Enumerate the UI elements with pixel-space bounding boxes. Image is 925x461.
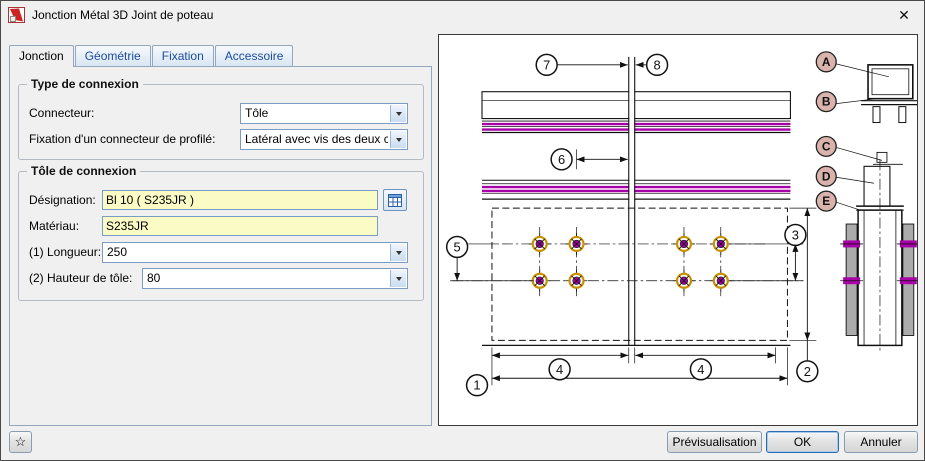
tab-jonction[interactable]: Jonction bbox=[9, 45, 74, 67]
letter-leaders bbox=[836, 64, 889, 210]
svg-text:1: 1 bbox=[473, 378, 480, 393]
tab-strip: Jonction Géométrie Fixation Accessoire bbox=[9, 45, 294, 67]
callout-5: 5 bbox=[447, 236, 468, 257]
favorite-button[interactable]: ☆ bbox=[9, 431, 32, 453]
hauteur-tole-select[interactable]: 80 bbox=[142, 268, 408, 289]
callout-7: 7 bbox=[536, 54, 557, 75]
connecteur-label: Connecteur: bbox=[29, 103, 94, 124]
table-icon bbox=[388, 194, 402, 207]
callout-8: 8 bbox=[647, 54, 668, 75]
chevron-down-icon bbox=[390, 131, 406, 148]
titlebar[interactable]: Jonction Métal 3D Joint de poteau ✕ bbox=[1, 1, 924, 29]
joint-drawing: 7 8 6 5 3 4 4 bbox=[439, 35, 917, 425]
tab-panel-jonction: Type de connexion Connecteur: Tôle Fixat… bbox=[9, 66, 432, 426]
callout-6: 6 bbox=[551, 149, 572, 170]
window-title: Jonction Métal 3D Joint de poteau bbox=[32, 8, 213, 22]
app-icon bbox=[8, 7, 25, 23]
star-icon: ☆ bbox=[15, 434, 27, 449]
callout-e: E bbox=[816, 191, 836, 211]
hauteur-tole-label: (2) Hauteur de tôle: bbox=[29, 268, 132, 289]
close-icon[interactable]: ✕ bbox=[890, 4, 918, 26]
bolt-group-right bbox=[673, 233, 732, 292]
callout-4-right: 4 bbox=[690, 359, 711, 380]
svg-text:2: 2 bbox=[804, 364, 811, 379]
side-view-column-section bbox=[846, 159, 914, 351]
designation-label: Désignation: bbox=[29, 190, 96, 211]
svg-text:4: 4 bbox=[697, 362, 704, 377]
svg-text:E: E bbox=[822, 194, 830, 208]
group-tole-connexion-title: Tôle de connexion bbox=[27, 164, 140, 178]
hauteur-tole-value: 80 bbox=[147, 269, 388, 288]
connection-plates-magenta bbox=[482, 124, 790, 191]
callout-a: A bbox=[816, 52, 836, 72]
annuler-button[interactable]: Annuler bbox=[844, 431, 918, 453]
table-select-button[interactable] bbox=[383, 189, 407, 211]
group-type-connexion-title: Type de connexion bbox=[27, 77, 143, 91]
svg-text:B: B bbox=[822, 95, 831, 109]
ok-button[interactable]: OK bbox=[766, 431, 839, 453]
svg-text:7: 7 bbox=[543, 57, 550, 72]
fixation-connecteur-label: Fixation d'un connecteur de profilé: bbox=[29, 129, 215, 150]
svg-text:8: 8 bbox=[654, 57, 661, 72]
longueur-label: (1) Longueur: bbox=[29, 242, 101, 263]
longueur-value: 250 bbox=[107, 243, 388, 262]
connecteur-select[interactable]: Tôle bbox=[240, 103, 408, 124]
side-view-beam-section bbox=[861, 65, 917, 164]
callout-1: 1 bbox=[467, 375, 488, 396]
previsualisation-button[interactable]: Prévisualisation bbox=[667, 431, 762, 453]
svg-text:6: 6 bbox=[558, 152, 565, 167]
group-tole-connexion: Tôle de connexion Désignation: Matériau:… bbox=[18, 171, 424, 301]
tab-geometrie[interactable]: Géométrie bbox=[75, 45, 151, 66]
callout-2: 2 bbox=[797, 361, 818, 382]
chevron-down-icon bbox=[390, 270, 406, 287]
group-type-connexion: Type de connexion Connecteur: Tôle Fixat… bbox=[18, 84, 424, 160]
callout-4-left: 4 bbox=[549, 359, 570, 380]
centerlines bbox=[452, 227, 803, 298]
svg-text:D: D bbox=[822, 169, 831, 183]
callout-d: D bbox=[816, 166, 836, 186]
bolt-group-left bbox=[529, 233, 588, 292]
designation-input[interactable] bbox=[102, 190, 378, 210]
chevron-down-icon bbox=[390, 105, 406, 122]
callout-b: B bbox=[816, 92, 836, 112]
materiau-label: Matériau: bbox=[29, 216, 79, 237]
svg-text:A: A bbox=[822, 55, 831, 69]
joint-preview: 7 8 6 5 3 4 4 bbox=[438, 34, 918, 426]
svg-text:5: 5 bbox=[454, 239, 461, 254]
fixation-connecteur-value: Latéral avec vis des deux côtés bbox=[245, 130, 388, 149]
fixation-connecteur-select[interactable]: Latéral avec vis des deux côtés bbox=[240, 129, 408, 150]
longueur-select[interactable]: 250 bbox=[102, 242, 408, 263]
joint-dialog: Jonction Métal 3D Joint de poteau ✕ Jonc… bbox=[0, 0, 925, 461]
svg-text:C: C bbox=[822, 139, 831, 153]
materiau-input[interactable] bbox=[102, 216, 378, 236]
tab-accessoire[interactable]: Accessoire bbox=[215, 45, 294, 66]
callout-c: C bbox=[816, 136, 836, 156]
connecteur-value: Tôle bbox=[245, 104, 388, 123]
svg-text:4: 4 bbox=[556, 362, 563, 377]
tab-fixation[interactable]: Fixation bbox=[152, 45, 214, 66]
chevron-down-icon bbox=[390, 244, 406, 261]
svg-text:3: 3 bbox=[792, 227, 799, 242]
callout-3: 3 bbox=[785, 225, 806, 246]
